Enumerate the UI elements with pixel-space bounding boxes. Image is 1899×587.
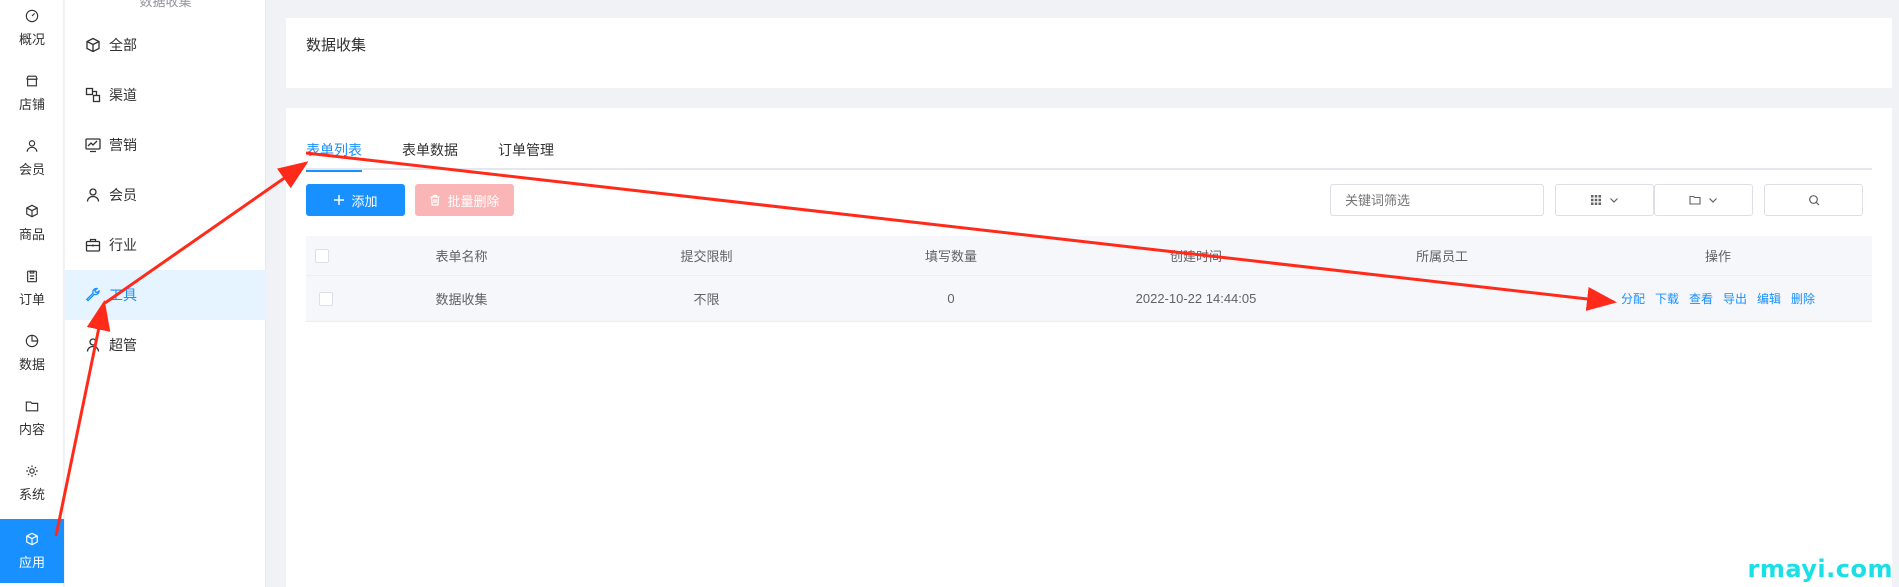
submit-limit-cell: 不限 bbox=[693, 292, 720, 307]
rail-item-order[interactable]: 订单 bbox=[0, 256, 64, 320]
folder-dropdown[interactable] bbox=[1654, 184, 1753, 216]
select-all-cell bbox=[306, 236, 338, 275]
staff-cell bbox=[1319, 276, 1565, 321]
fill-count-cell: 0 bbox=[947, 291, 955, 306]
tab-form-data[interactable]: 表单数据 bbox=[402, 140, 458, 170]
grid-icon bbox=[1590, 195, 1601, 205]
folder-icon bbox=[1688, 195, 1701, 205]
column-header: 所属员工 bbox=[1415, 249, 1468, 264]
page-header-card: 数据收集 bbox=[286, 18, 1892, 88]
plus-icon bbox=[334, 195, 345, 205]
dashboard-icon bbox=[25, 9, 39, 22]
admin-icon bbox=[86, 338, 100, 352]
chevron-down-icon bbox=[1708, 198, 1717, 203]
edit-link[interactable]: 编辑 bbox=[1757, 290, 1781, 307]
sub-nav-item-admin[interactable]: 超管 bbox=[65, 320, 266, 370]
row-checkbox[interactable] bbox=[319, 291, 333, 306]
column-header: 表单名称 bbox=[435, 249, 488, 264]
actions-cell: 分配 下载 查看 导出 编辑 删除 bbox=[1565, 276, 1871, 321]
export-link[interactable]: 导出 bbox=[1723, 290, 1747, 307]
rail-item-label: 应用 bbox=[18, 554, 45, 570]
sub-nav-item-tools[interactable]: 工具 bbox=[65, 270, 266, 320]
rail-item-label: 数据 bbox=[18, 356, 45, 372]
main-content-card: 表单列表 表单数据 订单管理 添加 批量删除 表单名称 提交限制 填写数量 创建… bbox=[286, 108, 1892, 587]
sub-nav-item-marketing[interactable]: 营销 bbox=[65, 120, 266, 170]
rail-item-goods[interactable]: 商品 bbox=[0, 191, 64, 255]
sub-nav-label: 全部 bbox=[109, 37, 137, 53]
form-name-cell: 数据收集 bbox=[435, 292, 488, 307]
rail-item-data[interactable]: 数据 bbox=[0, 321, 64, 385]
batch-delete-label: 批量删除 bbox=[447, 193, 500, 209]
clipboard-icon bbox=[27, 270, 37, 282]
wrench-icon bbox=[85, 287, 100, 302]
sub-nav-title: 数据收集 bbox=[139, 0, 192, 9]
sub-nav-item-channel[interactable]: 渠道 bbox=[65, 70, 266, 120]
view-link[interactable]: 查看 bbox=[1689, 290, 1713, 307]
box-icon bbox=[26, 204, 38, 217]
folder-icon bbox=[25, 400, 39, 411]
rail-item-overview[interactable]: 概况 bbox=[0, 0, 64, 60]
tab-form-list[interactable]: 表单列表 bbox=[306, 140, 362, 172]
rail-item-store[interactable]: 店铺 bbox=[0, 61, 64, 125]
cube-icon bbox=[86, 37, 100, 53]
rail-item-label: 系统 bbox=[18, 486, 45, 502]
rail-item-label: 内容 bbox=[18, 421, 45, 437]
batch-delete-button[interactable]: 批量删除 bbox=[415, 184, 514, 216]
keyword-filter-input[interactable] bbox=[1330, 184, 1544, 216]
channel-icon bbox=[85, 87, 101, 103]
sub-nav-label: 渠道 bbox=[109, 87, 137, 103]
rail-item-label: 会员 bbox=[18, 161, 45, 177]
column-header: 提交限制 bbox=[680, 249, 733, 264]
sub-nav-label: 行业 bbox=[109, 237, 137, 253]
rail-item-content[interactable]: 内容 bbox=[0, 386, 64, 450]
column-header: 操作 bbox=[1704, 249, 1731, 264]
rail-item-apps[interactable]: 应用 bbox=[0, 519, 64, 583]
cube-icon bbox=[26, 532, 38, 545]
column-header: 创建时间 bbox=[1169, 249, 1222, 264]
gear-icon bbox=[26, 464, 38, 477]
search-icon bbox=[1808, 195, 1819, 206]
user-icon bbox=[86, 188, 100, 202]
rail-item-label: 订单 bbox=[18, 291, 45, 307]
delete-link[interactable]: 删除 bbox=[1791, 290, 1815, 307]
main-nav-rail: 概况 店铺 会员 商品 订单 数据 内容 系统 应用 bbox=[0, 0, 64, 587]
briefcase-icon bbox=[85, 238, 101, 252]
chevron-down-icon bbox=[1609, 198, 1618, 203]
table-row: 数据收集 不限 0 2022-10-22 14:44:05 分配 下载 查看 导… bbox=[306, 276, 1872, 322]
sub-nav-item-member[interactable]: 会员 bbox=[65, 170, 266, 220]
sub-nav-label: 会员 bbox=[109, 187, 137, 203]
rail-item-system[interactable]: 系统 bbox=[0, 451, 64, 515]
rail-item-label: 店铺 bbox=[18, 96, 45, 112]
tab-bar: 表单列表 表单数据 订单管理 bbox=[306, 140, 1872, 172]
add-button-label: 添加 bbox=[351, 193, 378, 209]
table-header: 表单名称 提交限制 填写数量 创建时间 所属员工 操作 bbox=[306, 236, 1872, 276]
sub-nav-menu: 数据收集 全部 渠道 营销 会员 行业 工具 超管 bbox=[65, 0, 266, 587]
trash-icon bbox=[430, 194, 440, 206]
store-icon bbox=[26, 75, 38, 86]
assign-link[interactable]: 分配 bbox=[1621, 290, 1645, 307]
tab-order-management[interactable]: 订单管理 bbox=[498, 140, 554, 170]
created-time-cell: 2022-10-22 14:44:05 bbox=[1135, 291, 1257, 306]
sub-nav-label: 工具 bbox=[109, 287, 137, 303]
rail-item-label: 商品 bbox=[18, 226, 45, 242]
select-all-checkbox[interactable] bbox=[315, 248, 329, 263]
download-link[interactable]: 下载 bbox=[1655, 290, 1679, 307]
trend-icon bbox=[85, 138, 101, 153]
page-title: 数据收集 bbox=[306, 37, 367, 54]
rail-item-member[interactable]: 会员 bbox=[0, 126, 64, 190]
user-icon bbox=[26, 139, 38, 152]
pie-chart-icon bbox=[25, 334, 39, 347]
rail-item-label: 概况 bbox=[18, 31, 45, 47]
search-button[interactable] bbox=[1764, 184, 1863, 216]
sub-nav-label: 营销 bbox=[109, 137, 137, 153]
add-button[interactable]: 添加 bbox=[306, 184, 405, 216]
column-view-dropdown[interactable] bbox=[1555, 184, 1654, 216]
sub-nav-label: 超管 bbox=[109, 337, 137, 353]
sub-nav-item-industry[interactable]: 行业 bbox=[65, 220, 266, 270]
sub-nav-item-all[interactable]: 全部 bbox=[65, 20, 266, 70]
column-header: 填写数量 bbox=[924, 249, 977, 264]
watermark: rmayi.com bbox=[1747, 555, 1893, 583]
